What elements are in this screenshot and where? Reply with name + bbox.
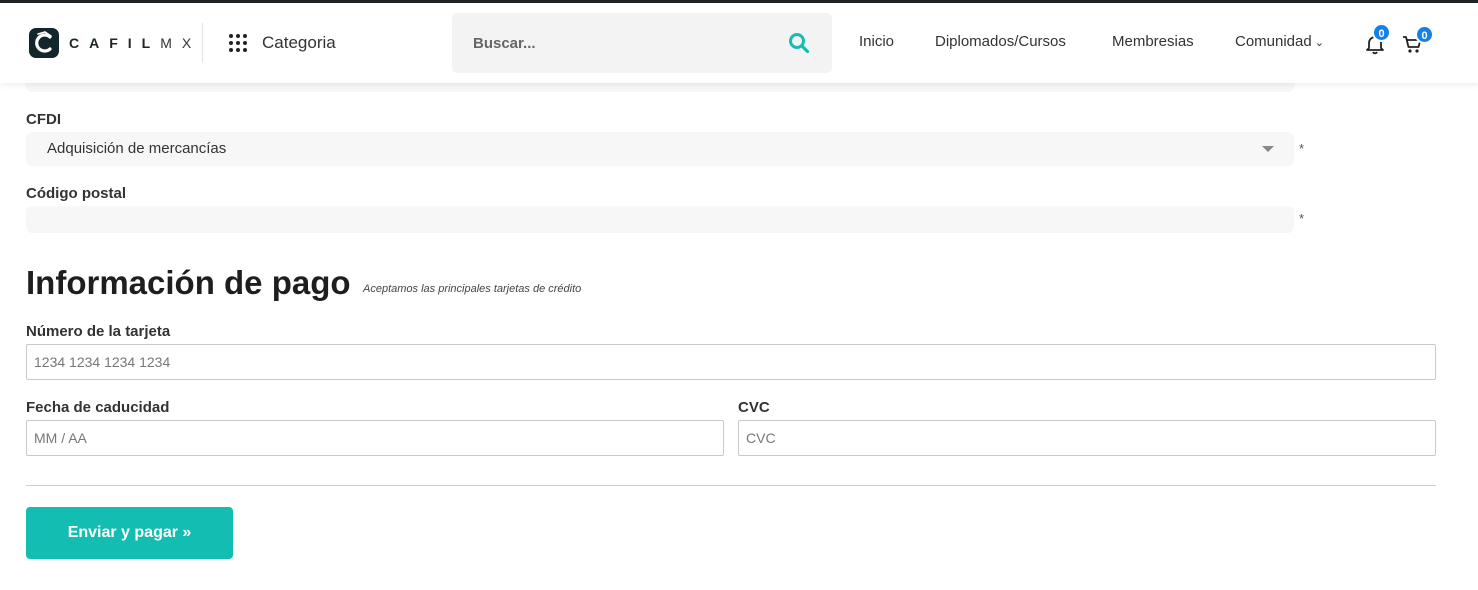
submit-pay-button[interactable]: Enviar y pagar » [26,507,233,559]
cafil-logo-icon [29,28,59,58]
search-icon[interactable] [787,31,811,55]
site-header: CAFILMX Categoria Inicio Diplomados/Curs… [0,3,1478,83]
postal-code-required-mark: * [1299,211,1305,226]
postal-code-input[interactable] [26,206,1294,233]
category-menu-button[interactable]: Categoria [229,31,336,55]
card-number-label: Número de la tarjeta [26,323,171,340]
search-bar [452,13,832,73]
cfdi-label: CFDI [26,111,61,128]
nav-inicio[interactable]: Inicio [859,33,894,50]
expiry-label: Fecha de caducidad [26,399,170,416]
logo-wordmark: CAFILMX [69,35,201,51]
site-logo[interactable]: CAFILMX [29,27,201,59]
payment-section-subtitle: Aceptamos las principales tarjetas de cr… [363,283,582,295]
notifications-badge: 0 [1372,23,1391,42]
header-divider [202,23,203,63]
logo-wordmark-bold: CAFIL [69,35,161,51]
notifications-button[interactable]: 0 [1364,23,1391,55]
nav-comunidad-label: Comunidad [1235,33,1312,50]
postal-code-label: Código postal [26,185,126,202]
card-number-input[interactable] [26,344,1436,380]
chevron-down-icon: ⌄ [1314,37,1324,49]
category-label: Categoria [262,33,336,52]
cvc-label: CVC [738,399,770,416]
payment-section-title: Información de pago [26,264,351,301]
select-arrow-icon [1262,146,1274,152]
nav-membresias[interactable]: Membresias [1112,33,1194,50]
nav-diplomados-cursos[interactable]: Diplomados/Cursos [935,33,1066,50]
expiry-input[interactable] [26,420,724,456]
cfdi-select[interactable]: Adquisición de mercancías [26,132,1294,166]
cvc-input[interactable] [738,420,1436,456]
cart-badge: 0 [1415,25,1434,44]
cfdi-selected-value: Adquisición de mercancías [47,140,227,157]
cart-button[interactable]: 0 [1401,25,1434,55]
grid-dots-icon [229,34,247,52]
nav-comunidad[interactable]: Comunidad ⌄ [1235,33,1324,50]
logo-wordmark-thin: MX [160,35,202,51]
cfdi-required-mark: * [1299,141,1305,156]
search-input[interactable] [452,13,772,73]
form-divider [26,485,1436,486]
